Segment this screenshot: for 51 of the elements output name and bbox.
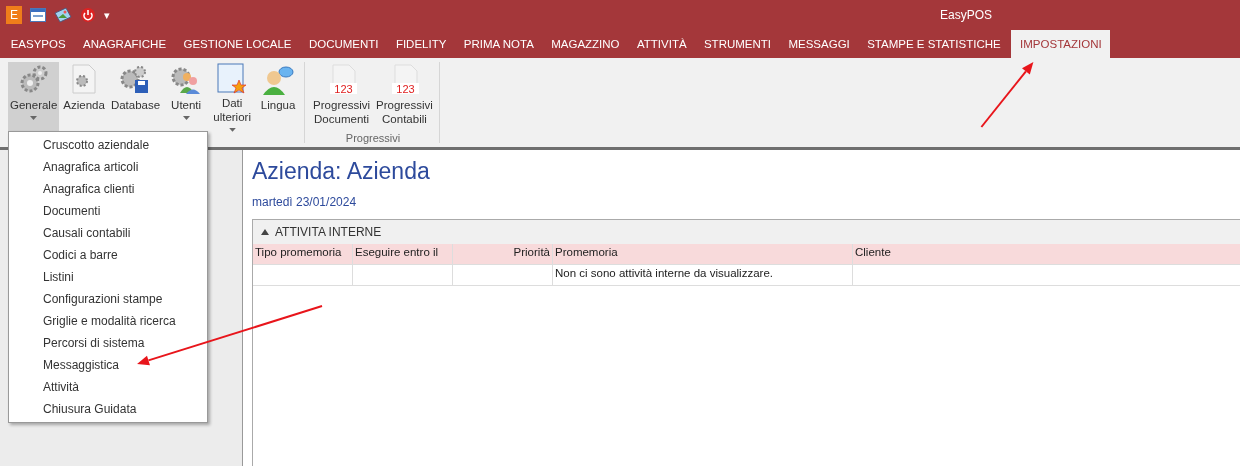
window-title: EasyPOS — [940, 8, 993, 22]
menu-item[interactable]: Griglie e modalità ricerca — [43, 314, 176, 328]
ribbon-button[interactable]: Azienda — [61, 62, 107, 132]
person-speech-icon — [261, 63, 296, 97]
ribbon-button[interactable]: Dati ulteriori — [210, 62, 255, 132]
ribbon-tab[interactable]: DOCUMENTI — [300, 30, 388, 58]
ribbon-tab[interactable]: MESSAGGI — [779, 30, 859, 58]
ribbon-tab[interactable]: GESTIONE LOCALE — [174, 30, 301, 58]
section-title: ATTIVITA INTERNE — [275, 225, 382, 239]
ribbon-tab[interactable]: ANAGRAFICHE — [74, 30, 175, 58]
ribbon-button[interactable]: Database — [108, 62, 163, 132]
ribbon-tab[interactable]: ATTIVITÀ — [628, 30, 696, 58]
menu-item[interactable]: Chiusura Guidata — [43, 402, 137, 416]
column-header[interactable]: Promemoria — [553, 244, 853, 264]
ribbon-tab[interactable]: PRIMA NOTA — [455, 30, 543, 58]
menu-item[interactable]: Documenti — [43, 204, 101, 218]
table-cell: Non ci sono attività interne da visualizzare. — [553, 265, 853, 285]
ribbon-tab[interactable]: STAMPE E STATISTICHE — [858, 30, 1010, 58]
picture-icon[interactable] — [54, 7, 72, 23]
window-icon[interactable] — [30, 8, 46, 22]
menu-item[interactable]: Messaggistica — [43, 358, 120, 372]
expander-icon[interactable] — [261, 229, 269, 235]
ribbon-tab[interactable]: FIDELITY — [387, 30, 456, 58]
ribbon-button[interactable]: 123 Progressivi Documenti — [311, 62, 372, 132]
menu-item[interactable]: Anagrafica articoli — [43, 160, 139, 174]
menu-item[interactable]: Percorsi di sistema — [43, 336, 145, 350]
menu-item[interactable]: Configurazioni stampe — [43, 292, 163, 306]
ribbon-tab[interactable]: IMPOSTAZIONI — [1011, 30, 1111, 58]
ribbon-tab[interactable]: EASYPOS — [2, 30, 75, 58]
power-icon[interactable] — [80, 7, 96, 23]
column-header[interactable]: Priorità — [453, 244, 553, 264]
group-label: Progressivi — [344, 132, 402, 144]
menu-item[interactable]: Codici a barre — [43, 248, 118, 262]
customize-caret[interactable]: ▾ — [104, 8, 110, 22]
column-header[interactable]: Eseguire entro il — [353, 244, 453, 264]
menu-item[interactable]: Cruscotto aziendale — [43, 138, 150, 152]
ribbon-button[interactable]: Lingua — [256, 62, 301, 132]
menu-item[interactable]: Attività — [43, 380, 79, 394]
menu-item[interactable]: Causali contabili — [43, 226, 131, 240]
column-header[interactable]: Cliente — [853, 244, 1240, 264]
ribbon-button[interactable]: Generale — [8, 62, 60, 132]
menu-item[interactable]: Anagrafica clienti — [43, 182, 135, 196]
ribbon-button[interactable]: Utenti — [164, 62, 209, 132]
page-title: Azienda: Azienda — [252, 158, 431, 185]
menu-item[interactable]: Listini — [43, 270, 74, 284]
ribbon-tab[interactable]: MAGAZZINO — [542, 30, 629, 58]
ribbon-button[interactable]: 123 Progressivi Contabili — [374, 62, 435, 132]
annotation-arrow — [980, 62, 1034, 128]
ribbon-tab[interactable]: STRUMENTI — [695, 30, 780, 58]
page-date: martedì 23/01/2024 — [252, 195, 358, 209]
column-header[interactable]: Tipo promemoria — [253, 244, 353, 264]
